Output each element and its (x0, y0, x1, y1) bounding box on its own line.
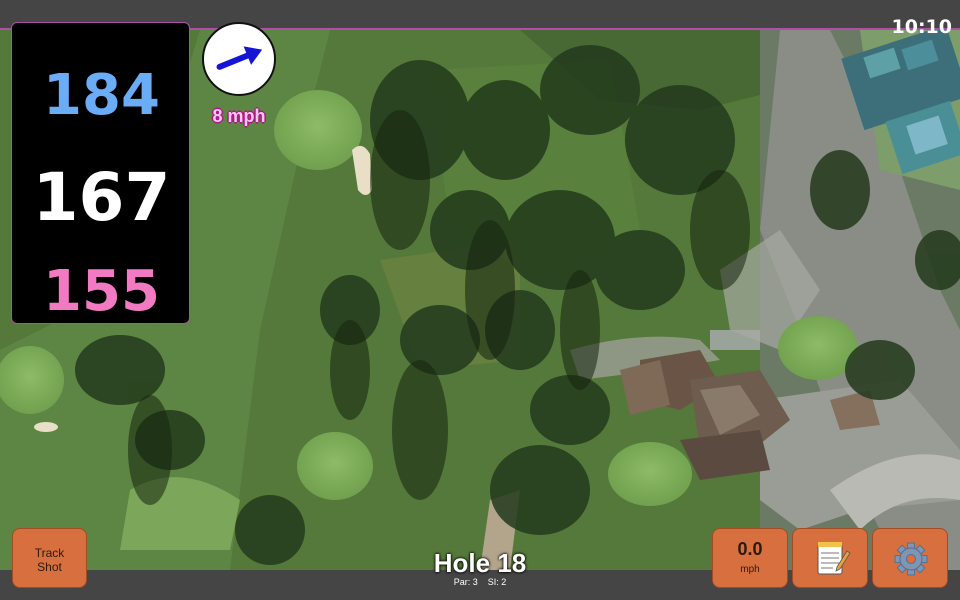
status-clock: 10:10 (891, 16, 952, 38)
track-shot-label-line1: Track (34, 546, 65, 560)
settings-button[interactable] (872, 528, 948, 588)
hole-info: Par: 3 SI: 2 (380, 577, 580, 587)
wind-direction-indicator (202, 22, 276, 96)
speed-value: 0.0 (737, 539, 763, 559)
track-shot-button[interactable]: Track Shot (12, 528, 87, 588)
notepad-icon (817, 542, 851, 575)
hole-title: Hole 18 (433, 548, 527, 578)
distance-panel: 184 167 155 (11, 22, 190, 324)
shot-speed-button[interactable]: 0.0 mph (712, 528, 788, 588)
hole-stroke-index: SI: 2 (487, 577, 507, 587)
arrow-icon (216, 46, 263, 70)
front-of-green-distance: 155 (43, 259, 160, 324)
middle-of-green-distance: 167 (32, 159, 171, 236)
hole-par: Par: 3 (453, 577, 478, 587)
wind-speed-label: 8 mph (212, 106, 266, 126)
gear-icon (894, 542, 928, 576)
track-shot-label-line2: Shot (37, 560, 62, 574)
notes-button[interactable] (792, 528, 868, 588)
speed-unit: mph (740, 564, 760, 575)
back-of-green-distance: 184 (43, 63, 160, 128)
